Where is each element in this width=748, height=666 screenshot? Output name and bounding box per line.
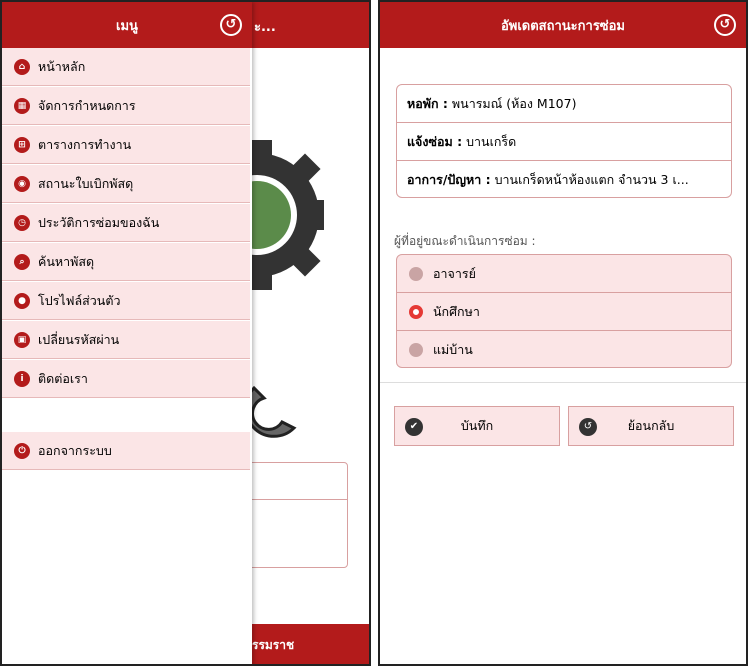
lock-icon: ▣ [14, 331, 30, 348]
radio-label: นักศึกษา [433, 303, 480, 319]
menu-item-search-supplies[interactable]: ⌕ ค้นหาพัสดุ [2, 243, 250, 281]
back-icon[interactable]: ↺ [220, 14, 242, 36]
radio-checked-icon [409, 304, 423, 319]
dorm-value: พนารมณ์ (ห้อง M107) [451, 95, 577, 111]
dorm-row: หอพัก : พนารมณ์ (ห้อง M107) [397, 85, 731, 123]
menu-header: เมนู ↺ [2, 2, 252, 48]
radio-label: แม่บ้าน [433, 342, 473, 357]
menu-item-home[interactable]: ⌂ หน้าหลัก [2, 48, 250, 86]
report-row: แจ้งซ่อม : บานเกร็ด [397, 123, 731, 161]
symptom-label: อาการ/ปัญหา : [407, 172, 491, 187]
save-label: บันทึก [460, 418, 494, 433]
side-menu: เมนู ↺ ⌂ หน้าหลัก ▦ จัดการกำหนดการ ⊞ ตาร… [2, 2, 252, 664]
menu-item-contact[interactable]: i ติดต่อเรา [2, 360, 250, 398]
repair-info-card: หอพัก : พนารมณ์ (ห้อง M107) แจ้งซ่อม : บ… [396, 84, 732, 198]
back-icon[interactable]: ↺ [714, 14, 736, 36]
page-title: อัพเดตสถานะการซ่อม [500, 18, 626, 34]
menu-item-label: จัดการกำหนดการ [38, 97, 136, 113]
back-label: ย้อนกลับ [627, 418, 675, 433]
report-value: บานเกร็ด [466, 133, 517, 149]
right-screen: อัพเดตสถานะการซ่อม ↺ หอพัก : พนารมณ์ (ห้… [378, 0, 748, 666]
menu-item-profile[interactable]: ● โปรไฟล์ส่วนตัว [2, 282, 250, 320]
user-icon: ● [14, 292, 30, 309]
calendar-icon: ▦ [14, 97, 30, 114]
eye-icon: ◉ [14, 175, 30, 192]
menu-item-label: ตารางการทำงาน [38, 136, 132, 152]
present-radio-group: อาจารย์ นักศึกษา แม่บ้าน [396, 254, 732, 368]
radio-icon [409, 266, 423, 281]
menu-item-label: เปลี่ยนรหัสผ่าน [38, 331, 120, 347]
menu-item-repair-history[interactable]: ◷ ประวัติการซ่อมของฉัน [2, 204, 250, 242]
radio-option-teacher[interactable]: อาจารย์ [397, 255, 731, 293]
radio-option-housekeeper[interactable]: แม่บ้าน [397, 331, 731, 367]
page-header: อัพเดตสถานะการซ่อม ↺ [380, 2, 746, 48]
present-label: ผู้ที่อยู่ขณะดำเนินการซ่อม : [394, 234, 536, 248]
menu-item-logout[interactable]: ⏻ ออกจากระบบ [2, 432, 250, 470]
menu-item-timetable[interactable]: ⊞ ตารางการทำงาน [2, 126, 250, 164]
radio-icon [409, 343, 423, 357]
radio-option-student[interactable]: นักศึกษา [397, 293, 731, 331]
symptom-row: อาการ/ปัญหา : บานเกร็ดหน้าห้องแตก จำนวน … [397, 161, 731, 199]
menu-item-schedule[interactable]: ▦ จัดการกำหนดการ [2, 87, 250, 125]
menu-item-label: ติดต่อเรา [38, 370, 88, 386]
info-icon: i [14, 370, 30, 387]
menu-item-supply-status[interactable]: ◉ สถานะใบเบิกพัสดุ [2, 165, 250, 203]
underlying-footer-text: รรมราช [252, 638, 295, 652]
menu-item-change-password[interactable]: ▣ เปลี่ยนรหัสผ่าน [2, 321, 250, 359]
search-icon: ⌕ [14, 253, 30, 270]
menu-title: เมนู [116, 18, 138, 34]
symptom-value: บานเกร็ดหน้าห้องแตก จำนวน 3 เ... [494, 172, 689, 187]
menu-item-label: ประวัติการซ่อมของฉัน [38, 214, 160, 230]
save-button[interactable]: ✔ บันทึก [394, 406, 560, 446]
menu-item-label: สถานะใบเบิกพัสดุ [38, 175, 134, 191]
history-icon: ◷ [14, 214, 30, 231]
home-icon: ⌂ [14, 58, 30, 75]
grid-icon: ⊞ [14, 136, 30, 153]
power-icon: ⏻ [14, 442, 30, 459]
menu-item-label: หน้าหลัก [38, 58, 86, 74]
back-button[interactable]: ↺ ย้อนกลับ [568, 406, 734, 446]
dorm-label: หอพัก : [407, 95, 448, 111]
radio-label: อาจารย์ [433, 265, 476, 281]
menu-item-label: โปรไฟล์ส่วนตัว [38, 292, 121, 308]
underlying-page-title: ะ... [254, 20, 276, 35]
menu-item-label: ออกจากระบบ [38, 442, 112, 458]
menu-item-label: ค้นหาพัสดุ [38, 253, 95, 269]
report-label: แจ้งซ่อม : [407, 133, 463, 149]
divider [380, 382, 746, 383]
left-screen: ะ... รรมราช เมนู ↺ ⌂ หน้าหลัก ▦ จัดการกำ… [0, 0, 371, 666]
